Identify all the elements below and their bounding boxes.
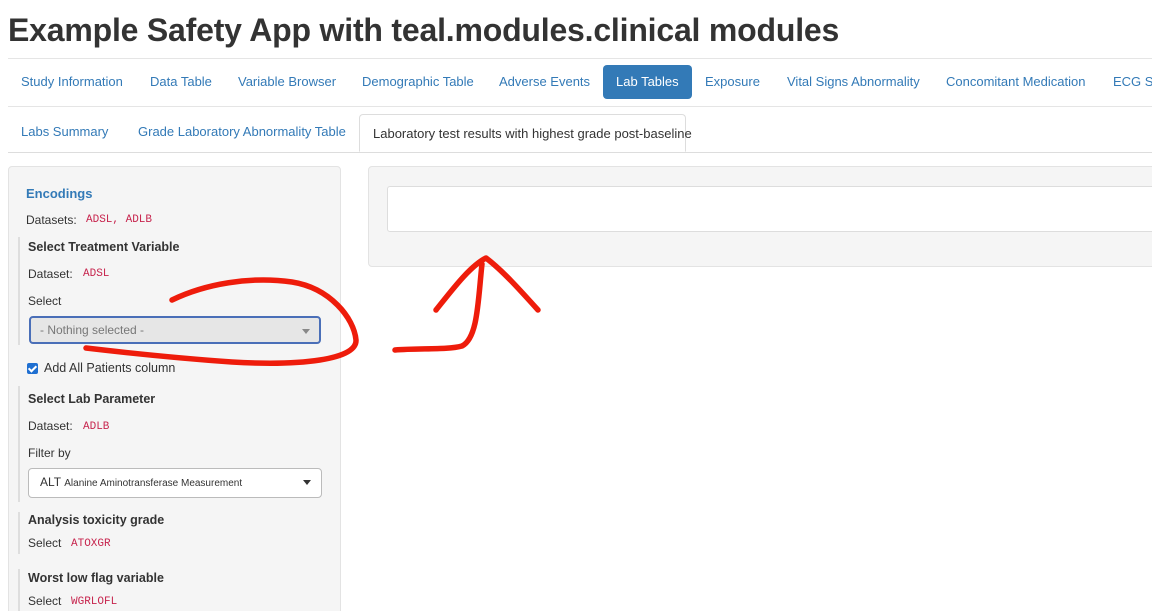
treatment-select-label: Select <box>28 294 62 308</box>
worst-low-section-title: Worst low flag variable <box>28 571 164 585</box>
lab-param-section-title: Select Lab Parameter <box>28 392 156 406</box>
subtab-grade-lab-abnormality[interactable]: Grade Laboratory Abnormality Table <box>138 124 346 139</box>
treatment-section-title: Select Treatment Variable <box>28 240 180 254</box>
tab-exposure[interactable]: Exposure <box>705 65 760 99</box>
tab-adverse-events[interactable]: Adverse Events <box>499 65 590 99</box>
title-divider <box>8 58 1152 59</box>
tab-lab-tables[interactable]: Lab Tables <box>603 65 692 99</box>
worst-low-select-label: Select <box>28 594 62 608</box>
tab-ecg[interactable]: ECG S <box>1113 65 1152 99</box>
tab-study-information[interactable]: Study Information <box>21 65 123 99</box>
encodings-title: Encodings <box>26 186 93 201</box>
annotation-arrow-shaft <box>392 261 485 353</box>
lab-param-filter-label: Filter by <box>28 446 71 460</box>
all-patients-label: Add All Patients column <box>44 361 176 375</box>
sub-tab-bar: Labs Summary Grade Laboratory Abnormalit… <box>8 114 1152 153</box>
output-panel <box>368 166 1152 267</box>
tab-data-table[interactable]: Data Table <box>150 65 212 99</box>
tab-concomitant-medication[interactable]: Concomitant Medication <box>946 65 1085 99</box>
toxicity-select-value: ATOXGR <box>71 538 111 550</box>
tab-vital-signs-abnormality[interactable]: Vital Signs Abnormality <box>787 65 920 99</box>
treatment-variable-select[interactable]: - Nothing selected - <box>29 316 321 344</box>
treatment-select-placeholder: - Nothing selected - <box>40 323 145 337</box>
subtab-highest-grade-post-baseline[interactable]: Laboratory test results with highest gra… <box>359 114 692 152</box>
app-title: Example Safety App with teal.modules.cli… <box>8 12 840 48</box>
toxicity-section-rule <box>18 512 20 554</box>
datasets-value: ADSL, ADLB <box>86 214 153 226</box>
worst-low-section-rule <box>18 569 20 611</box>
treatment-dataset-label: Dataset: <box>28 267 73 281</box>
toxicity-section-title: Analysis toxicity grade <box>28 513 165 527</box>
treatment-dataset-value: ADSL <box>83 268 110 280</box>
chevron-down-icon <box>303 480 311 485</box>
main-tab-bar: Study Information Data Table Variable Br… <box>8 62 1152 107</box>
chevron-down-icon <box>302 329 310 334</box>
subtab-labs-summary[interactable]: Labs Summary <box>21 124 108 139</box>
lab-param-select[interactable]: ALT Alanine Aminotransferase Measurement <box>28 468 322 498</box>
tab-demographic-table[interactable]: Demographic Table <box>362 65 474 99</box>
datasets-label: Datasets: <box>26 213 77 227</box>
toxicity-select-label: Select <box>28 536 62 550</box>
lab-param-selected-code: ALT <box>40 475 61 489</box>
lab-param-selected-desc: Alanine Aminotransferase Measurement <box>64 478 243 489</box>
tab-variable-browser[interactable]: Variable Browser <box>238 65 336 99</box>
treatment-section-rule <box>18 237 20 345</box>
all-patients-checkbox[interactable] <box>27 363 38 374</box>
worst-low-select-value: WGRLOFL <box>71 596 118 608</box>
app-root: Example Safety App with teal.modules.cli… <box>0 0 1152 611</box>
output-table-area <box>387 186 1152 232</box>
lab-param-dataset-value: ADLB <box>83 421 110 433</box>
lab-param-dataset-label: Dataset: <box>28 419 73 433</box>
lab-param-section-rule <box>18 386 20 502</box>
encodings-panel: Encodings Datasets: ADSL, ADLB Select Tr… <box>8 166 341 611</box>
